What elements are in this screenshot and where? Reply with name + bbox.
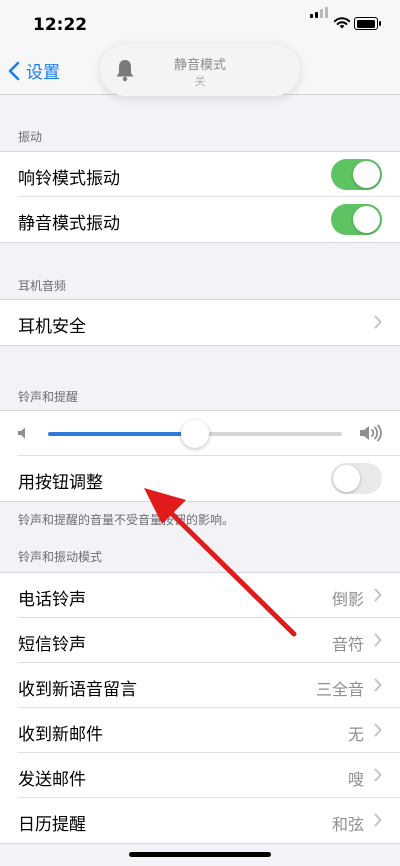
section-header-vibration: 振动 [18,130,43,144]
section-header-ringer: 铃声和提醒 [18,390,79,404]
ring-vibration-row: 响铃模式振动 [0,152,400,197]
chevron-right-icon [374,768,382,782]
headphone-group: 耳机安全 [0,299,400,346]
back-label: 设置 [26,63,60,83]
row-label: 静音模式振动 [18,214,120,234]
back-button[interactable]: 设置 [8,58,60,83]
change-with-buttons-row: 用按钮调整 [0,456,400,501]
new-voicemail-row[interactable]: 收到新语音留言 三全音 [0,663,400,708]
volume-low-icon [18,427,25,439]
chevron-right-icon [374,723,382,737]
ringer-footer-note: 铃声和提醒的音量不受音量按钮的影响。 [18,513,235,527]
banner-title: 静音模式 [173,58,226,73]
sounds-group: 电话铃声 倒影 短信铃声 音符 收到新语音留言 三全音 收到新邮件 无 发送邮件… [0,572,400,844]
volume-slider-thumb[interactable] [181,420,209,448]
ring-vibration-toggle[interactable] [331,159,382,190]
row-value: 无 [347,725,364,744]
row-label: 收到新邮件 [18,725,103,745]
row-label: 日历提醒 [18,815,86,835]
chevron-right-icon [374,678,382,692]
chevron-left-icon [8,61,20,80]
headphone-safety-row[interactable]: 耳机安全 [0,300,400,345]
row-label: 用按钮调整 [18,473,103,493]
battery-icon [354,17,381,30]
row-value: 音符 [331,635,364,654]
row-label: 收到新语音留言 [18,680,137,700]
chevron-right-icon [374,315,382,329]
row-label: 电话铃声 [18,590,86,610]
sent-mail-row[interactable]: 发送邮件 嗖 [0,753,400,798]
wifi-icon [333,17,351,29]
ringer-group: 用按钮调整 [0,410,400,502]
row-value: 三全音 [315,680,364,699]
calendar-alerts-row[interactable]: 日历提醒 和弦 [0,798,400,843]
row-label: 发送邮件 [18,770,86,790]
row-value: 和弦 [331,815,364,834]
status-time: 12:22 [33,15,88,35]
home-indicator [129,852,271,857]
row-label: 耳机安全 [18,317,86,337]
ringtone-row[interactable]: 电话铃声 倒影 [0,573,400,618]
silent-vibration-toggle[interactable] [331,204,382,235]
change-with-buttons-toggle[interactable] [331,463,382,494]
silent-vibration-row: 静音模式振动 [0,197,400,242]
banner-subtitle: 关 [194,75,206,88]
volume-high-icon [360,424,382,442]
silent-mode-banner: 静音模式 关 [100,44,300,96]
status-bar: 12:22 [0,0,400,50]
volume-slider-row [0,411,400,456]
volume-slider[interactable] [48,420,342,448]
chevron-right-icon [374,633,382,647]
row-label: 短信铃声 [18,635,86,655]
new-mail-row[interactable]: 收到新邮件 无 [0,708,400,753]
chevron-right-icon [374,588,382,602]
chevron-right-icon [374,813,382,827]
row-value: 嗖 [347,770,364,789]
row-label: 响铃模式振动 [18,169,120,189]
row-value: 倒影 [331,590,364,609]
section-header-headphone: 耳机音频 [18,279,67,293]
vibration-group: 响铃模式振动 静音模式振动 [0,151,400,243]
section-header-sounds: 铃声和振动模式 [18,550,103,564]
text-tone-row[interactable]: 短信铃声 音符 [0,618,400,663]
